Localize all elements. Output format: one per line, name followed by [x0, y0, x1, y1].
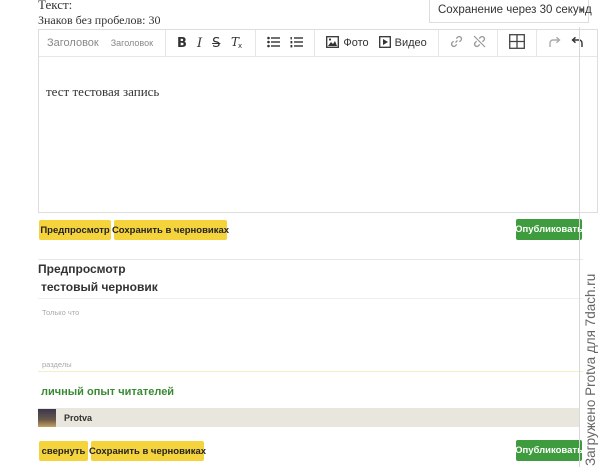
- chevron-down-icon: ▾: [579, 5, 584, 15]
- avatar[interactable]: [38, 408, 56, 427]
- autosave-label: Сохранение через 30 секунд: [438, 4, 592, 16]
- photo-label: Фото: [343, 37, 369, 49]
- save-draft-button[interactable]: Сохранить в черновиках: [112, 220, 229, 240]
- author-name[interactable]: Protva: [64, 413, 92, 423]
- section-link[interactable]: личный опыт читателей: [41, 386, 174, 398]
- post-visibility: Только что: [42, 308, 80, 317]
- table-grid-icon: [508, 34, 525, 52]
- sections-label: разделы: [42, 360, 72, 369]
- undo-button[interactable]: [566, 36, 589, 51]
- text-label: Текст:: [38, 0, 73, 12]
- bullet-list-button[interactable]: [262, 36, 285, 51]
- clear-format-button[interactable]: Tx: [225, 35, 249, 51]
- insert-video-button[interactable]: Видео: [374, 35, 432, 51]
- heading2-button[interactable]: Заголовок: [105, 38, 159, 48]
- preview-heading: Предпросмотр: [38, 262, 126, 276]
- video-label: Видео: [394, 37, 427, 49]
- numbered-list-icon: [290, 36, 304, 51]
- char-count: Знаков без пробелов: 30: [38, 13, 161, 27]
- publish-bottom-button[interactable]: Опубликовать: [515, 440, 583, 461]
- preview-button[interactable]: Предпросмотр: [39, 220, 111, 240]
- bullet-list-icon: [267, 36, 281, 51]
- divider: [38, 298, 583, 299]
- link-button[interactable]: [445, 35, 468, 51]
- italic-icon: I: [196, 35, 203, 51]
- divider: [38, 259, 583, 260]
- publish-button[interactable]: Опубликовать: [515, 219, 583, 240]
- video-icon: [378, 35, 391, 51]
- editor-content[interactable]: тест тестовая запись: [39, 57, 597, 127]
- collapse-button[interactable]: свернуть: [39, 441, 88, 461]
- bold-icon: B: [177, 35, 187, 51]
- text-editor: Заголовок Заголовок B I S Tx Фото Видео …: [38, 29, 598, 213]
- link-icon: [450, 35, 463, 51]
- post-title: тестовый черновик: [41, 280, 158, 294]
- autosave-dropdown[interactable]: Сохранение через 30 секунд ▾: [429, 0, 592, 23]
- svg-text:x: x: [238, 42, 242, 49]
- unlink-button[interactable]: [468, 35, 491, 51]
- redo-icon: [548, 36, 561, 51]
- table-button[interactable]: [504, 34, 530, 52]
- numbered-list-button[interactable]: [285, 36, 308, 51]
- italic-button[interactable]: I: [192, 37, 207, 50]
- undo-icon: [571, 36, 584, 51]
- author-bar: Protva: [38, 408, 580, 427]
- image-icon: [326, 35, 340, 51]
- editor-toolbar: Заголовок Заголовок B I S Tx Фото Видео: [39, 30, 597, 57]
- insert-photo-button[interactable]: Фото: [321, 35, 373, 51]
- vertical-divider: [579, 27, 580, 467]
- strikethrough-icon: S: [212, 35, 221, 51]
- divider: [38, 371, 583, 372]
- watermark: Загружено Protva для 7dach.ru: [583, 273, 598, 466]
- clear-format-icon: Tx: [230, 35, 244, 51]
- save-draft-bottom-button[interactable]: Сохранить в черновиках: [89, 441, 206, 461]
- strikethrough-button[interactable]: S: [207, 37, 225, 50]
- unlink-icon: [473, 35, 486, 51]
- bold-button[interactable]: B: [172, 37, 192, 50]
- heading1-button[interactable]: Заголовок: [45, 37, 105, 49]
- redo-button[interactable]: [543, 36, 566, 51]
